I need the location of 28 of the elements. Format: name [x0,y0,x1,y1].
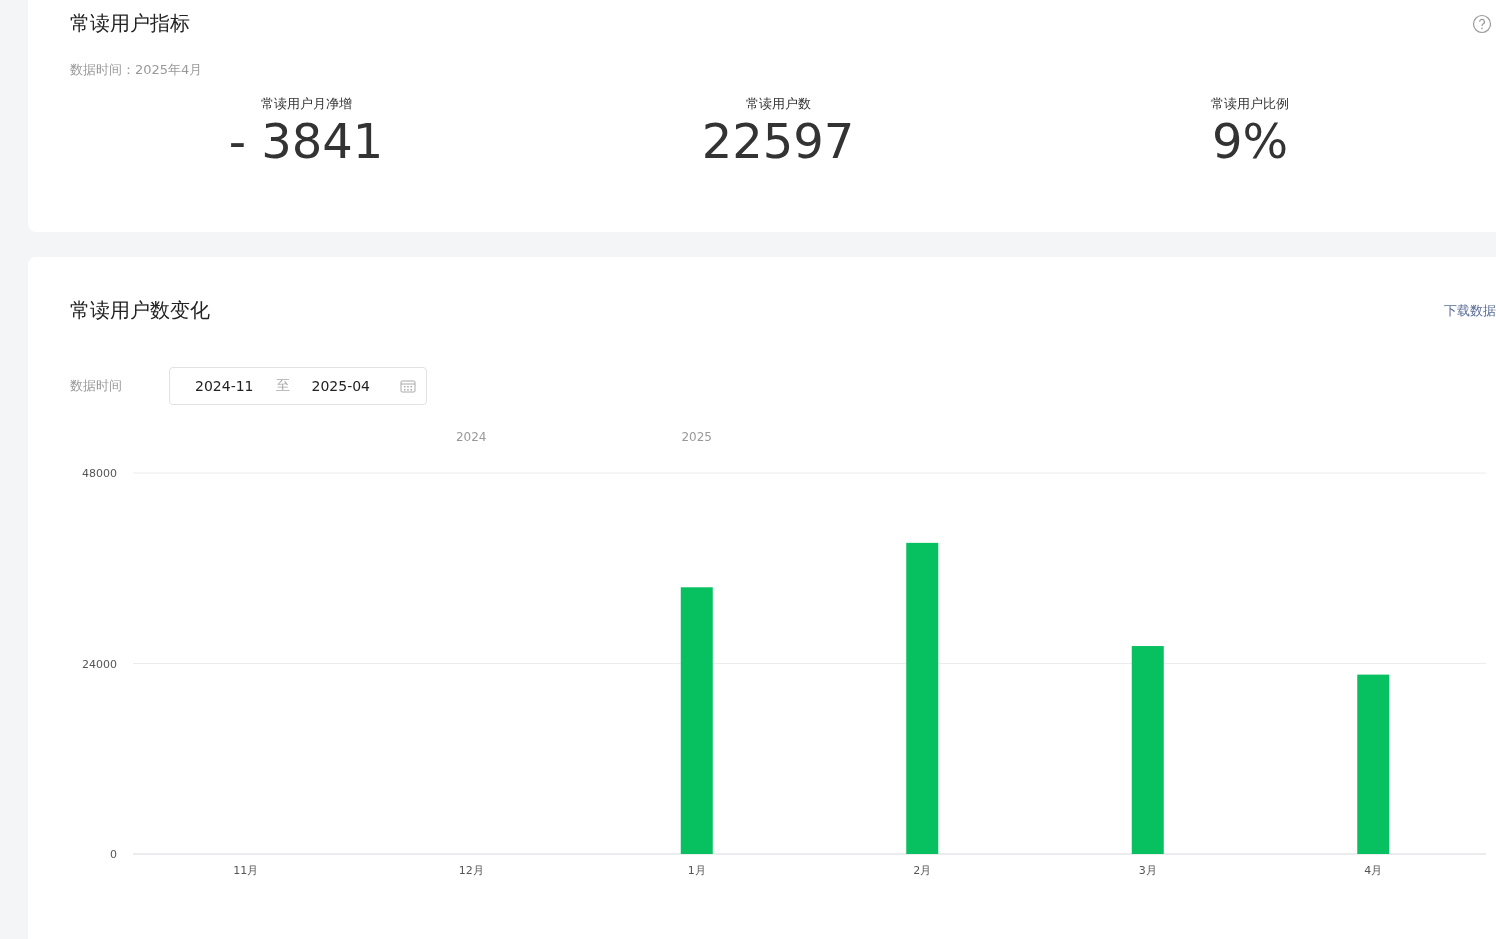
year-label: 2024 [456,430,487,444]
download-link[interactable]: 下载数据 [1444,301,1496,320]
x-tick-label: 2月 [913,864,932,877]
end-date: 2025-04 [311,378,370,394]
date-range-field[interactable]: 2024-11 至 2025-04 [169,367,427,405]
x-tick-label: 3月 [1138,864,1157,877]
metric-label: 常读用户月净增 [260,95,352,113]
y-tick-label: 24000 [82,657,117,671]
x-tick-label: 12月 [458,864,484,877]
x-tick-label: 11月 [233,864,259,877]
y-tick-label: 0 [110,848,117,861]
x-tick-label: 4月 [1364,864,1383,877]
y-tick-label: 48000 [82,467,117,480]
data-time: 数据时间：2025年4月 [70,61,204,79]
calendar-icon[interactable] [400,379,416,393]
start-date: 2024-11 [195,378,254,394]
section-title: 常读用户数变化 [70,297,210,324]
metric-label: 常读用户比例 [1211,95,1289,113]
metric-label: 常读用户数 [745,95,811,113]
filter-label: 数据时间 [70,377,123,395]
metric-value: 22597 [701,115,855,168]
help-icon[interactable] [1472,13,1492,34]
x-tick-label: 1月 [687,864,706,877]
year-label: 2025 [681,430,712,444]
range-separator: 至 [275,377,290,395]
metric-value: 9% [1211,115,1289,168]
section-title: 常读用户指标 [70,10,190,37]
metric-value: - 3841 [228,115,384,168]
